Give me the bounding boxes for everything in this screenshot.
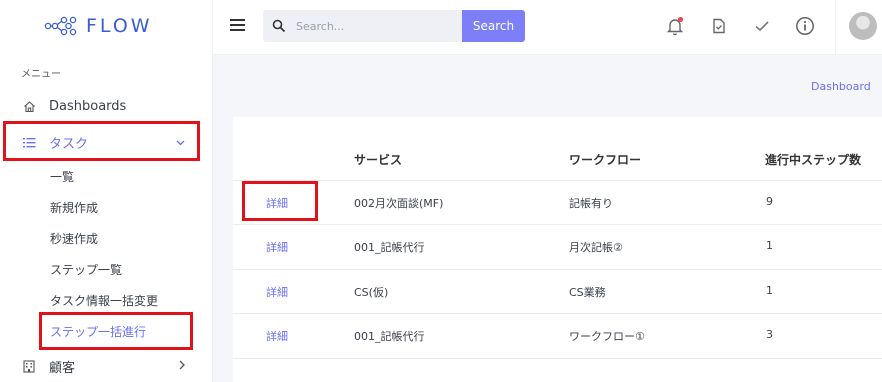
- menu-section-label: メニュー: [21, 69, 61, 80]
- steps-cell: 1: [766, 239, 773, 252]
- breadcrumb[interactable]: Dashboard: [811, 80, 871, 93]
- building-icon: [21, 358, 37, 374]
- service-cell: 001_記帳代行: [354, 330, 425, 343]
- highlight-box: [39, 312, 193, 350]
- row-divider: [233, 358, 882, 359]
- flow-logo-icon: [44, 16, 77, 36]
- sidebar-item-label: 顧客: [49, 360, 76, 376]
- column-header-service: サービス: [354, 153, 403, 167]
- search-button[interactable]: Search: [462, 10, 525, 42]
- workflow-cell: ワークフロー①: [569, 330, 645, 343]
- highlight-box: [242, 181, 318, 221]
- workflow-cell: CS業務: [569, 286, 606, 299]
- logo-text: FLOW: [86, 15, 153, 37]
- search-input[interactable]: [296, 16, 456, 36]
- sidebar-item-customers[interactable]: 顧客: [0, 352, 213, 380]
- row-divider: [233, 180, 882, 181]
- check-icon[interactable]: [752, 15, 772, 37]
- info-icon[interactable]: [795, 15, 815, 37]
- search-icon: [272, 18, 286, 37]
- column-header-steps: 進行中ステップ数: [765, 153, 862, 167]
- service-cell: 002月次面談(MF): [354, 197, 444, 210]
- hamburger-menu-icon[interactable]: [230, 19, 245, 32]
- sidebar-item-label: Dashboards: [49, 98, 127, 114]
- detail-link[interactable]: 詳細: [266, 284, 288, 300]
- app-logo[interactable]: FLOW: [44, 14, 153, 38]
- top-bar: Search: [213, 0, 882, 55]
- document-icon[interactable]: [709, 15, 729, 37]
- sidebar-subitem-list[interactable]: 一覧: [50, 168, 74, 185]
- steps-cell: 9: [766, 195, 773, 208]
- row-divider: [233, 224, 882, 225]
- steps-cell: 1: [766, 284, 773, 297]
- sidebar-subitem-new[interactable]: 新規作成: [50, 199, 98, 216]
- highlight-box: [3, 121, 200, 161]
- sidebar: FLOW メニュー Dashboards タスク 一覧 新規作成 秒速作成 ステ…: [0, 0, 213, 382]
- service-cell: CS(仮): [354, 286, 389, 299]
- sidebar-subitem-step-list[interactable]: ステップ一覧: [50, 261, 122, 278]
- service-cell: 001_記帳代行: [354, 241, 425, 254]
- detail-link[interactable]: 詳細: [266, 239, 288, 255]
- search-box: [263, 10, 462, 42]
- topbar-divider: [835, 0, 836, 55]
- detail-link[interactable]: 詳細: [266, 328, 288, 344]
- row-divider: [233, 269, 882, 270]
- avatar[interactable]: [849, 12, 877, 40]
- workflow-cell: 月次記帳②: [569, 241, 623, 254]
- column-header-workflow: ワークフロー: [569, 153, 642, 167]
- workflow-cell: 記帳有り: [569, 197, 613, 210]
- steps-cell: 3: [766, 328, 773, 341]
- bell-icon[interactable]: [665, 15, 685, 37]
- chevron-right-icon: [179, 359, 185, 373]
- task-table-card: サービス ワークフロー 進行中ステップ数 詳細 002月次面談(MF) 記帳有り…: [233, 117, 882, 382]
- sidebar-item-dashboards[interactable]: Dashboards: [0, 92, 213, 120]
- sidebar-subitem-bulk-edit[interactable]: タスク情報一括変更: [50, 292, 158, 309]
- sidebar-subitem-quick-create[interactable]: 秒速作成: [50, 230, 98, 247]
- row-divider: [233, 313, 882, 314]
- home-icon: [21, 98, 37, 114]
